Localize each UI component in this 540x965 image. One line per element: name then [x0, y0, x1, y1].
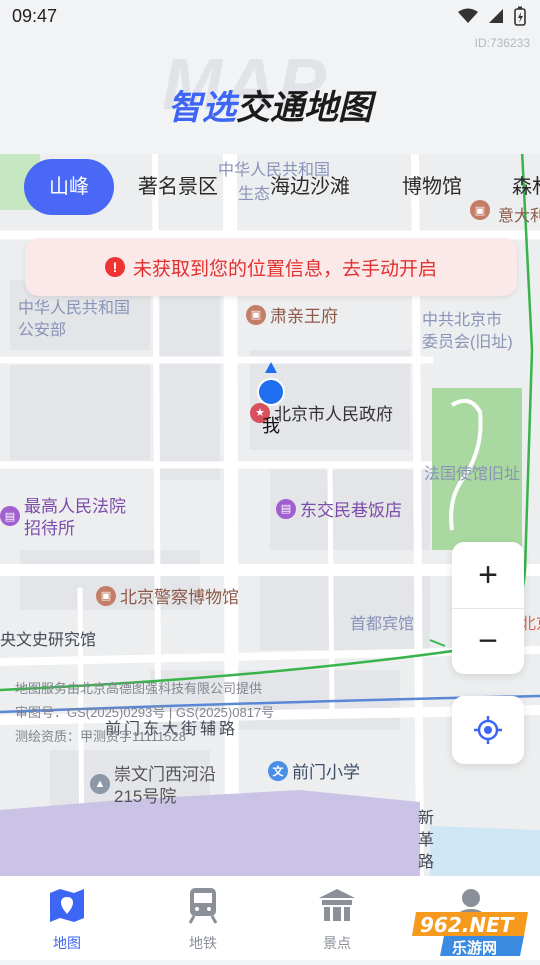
- title-rest: 交通地图: [236, 89, 372, 127]
- app-id: ID:736233: [474, 36, 530, 50]
- map-label-xinge: 新 革 路: [418, 810, 435, 871]
- poi-chongwen[interactable]: ▲ 崇文门西河沿 215号院: [90, 764, 216, 808]
- category-tab-forest[interactable]: 森林: [512, 159, 540, 215]
- watermark-text-leyou: 乐游网: [452, 939, 497, 957]
- poi-label: 北京市人民政府: [274, 405, 393, 424]
- poi-label: 北京警察博物馆: [120, 588, 239, 607]
- wifi-icon: [458, 8, 478, 23]
- poi-label: 崇文门西河沿 215号院: [114, 765, 216, 806]
- tab-map[interactable]: 地图: [22, 884, 112, 953]
- museum-pin-icon: ▣: [96, 585, 116, 606]
- category-tab-mountain[interactable]: 山峰: [24, 159, 114, 215]
- watermark-logo-icon: 962.NET 乐游网: [412, 912, 528, 957]
- poi-qianmen-school[interactable]: 文前门小学: [268, 758, 360, 783]
- poi-fayuan[interactable]: ▤ 最高人民法院 招待所: [0, 496, 126, 540]
- location-dot: [257, 378, 285, 406]
- category-tab-beach[interactable]: 海边沙滩: [270, 159, 350, 215]
- zoom-in-button[interactable]: +: [452, 542, 524, 608]
- poi-label: 前门小学: [292, 763, 360, 782]
- poi-suqinwang[interactable]: ▣ 肃亲王府: [246, 302, 338, 327]
- zoom-controls: + −: [452, 542, 524, 674]
- tab-label: 地图: [53, 935, 81, 951]
- tab-label: 地铁: [189, 935, 217, 951]
- scenic-icon: [319, 889, 355, 921]
- poi-label: 东交民巷饭店: [300, 501, 402, 520]
- location-alert[interactable]: ! 未获取到您的位置信息，去手动开启: [25, 238, 517, 296]
- poi-label: 肃亲王府: [270, 307, 338, 326]
- map-label-yangshi: 央文史研究馆: [0, 632, 97, 649]
- map-label-gongan: 中华人民共和国 公安部: [18, 300, 131, 339]
- crosshair-icon: [474, 716, 502, 744]
- category-tabs: 山峰 著名景区 海边沙滩 博物馆 森林: [0, 157, 540, 221]
- poi-jingcha[interactable]: ▣ 北京警察博物馆: [96, 583, 239, 608]
- locate-button[interactable]: [452, 696, 524, 764]
- status-time: 09:47: [12, 6, 58, 26]
- warning-icon: !: [104, 257, 125, 277]
- category-tab-scenic[interactable]: 著名景区: [138, 159, 218, 215]
- map-label-shiwei: 中共北京市 委员会(旧址): [422, 312, 513, 351]
- hotel-pin-icon: ▤: [276, 498, 296, 519]
- signal-icon: [489, 9, 503, 23]
- title-accent: 智选: [168, 89, 236, 127]
- map-credit-review-number: 审图号：GS(2025)0293号 | GS(2025)0817号: [15, 705, 275, 720]
- map-icon: [50, 889, 84, 922]
- tab-subway[interactable]: 地铁: [158, 884, 248, 953]
- tab-label: 景点: [323, 935, 351, 951]
- status-bar: 09:47: [0, 0, 540, 34]
- alert-text: 未获取到您的位置信息，去手动开启: [132, 258, 437, 280]
- landmark-pin-icon: ▣: [246, 304, 266, 325]
- my-location-label: 我: [262, 416, 280, 436]
- map-label-fashi: 法国使馆旧址: [424, 466, 521, 483]
- hotel-pin-icon: ▤: [0, 506, 20, 526]
- header: MAP 智选交通地图: [0, 34, 540, 154]
- subway-icon: [188, 888, 218, 924]
- site-watermark-logo: 962.NET 乐游网: [406, 906, 534, 960]
- map-credit-provider: 地图服务由北京高德图强科技有限公司提供: [15, 681, 263, 696]
- status-icons: [458, 6, 526, 26]
- building-pin-icon: ▲: [90, 774, 110, 794]
- my-location-marker: 我: [256, 362, 286, 436]
- page-title: 智选交通地图: [0, 80, 540, 129]
- map-label-shoudu: 首都宾馆: [350, 616, 415, 633]
- heading-arrow-icon: [265, 362, 277, 373]
- watermark-text-962: 962.NET: [420, 913, 515, 937]
- tab-scenic[interactable]: 景点: [292, 884, 382, 953]
- school-pin-icon: 文: [268, 760, 288, 781]
- battery-icon: [514, 6, 526, 26]
- zoom-out-button[interactable]: −: [452, 608, 524, 674]
- map-credit-survey-license: 测绘资质：甲测资字11111528: [15, 729, 186, 744]
- poi-label: 最高人民法院 招待所: [24, 497, 126, 538]
- bottom-tab-bar: 地图 地铁 景点 我的 962.NET 乐游网: [0, 876, 540, 960]
- category-tab-museum[interactable]: 博物馆: [402, 159, 462, 215]
- poi-dongjiao[interactable]: ▤ 东交民巷饭店: [276, 496, 402, 521]
